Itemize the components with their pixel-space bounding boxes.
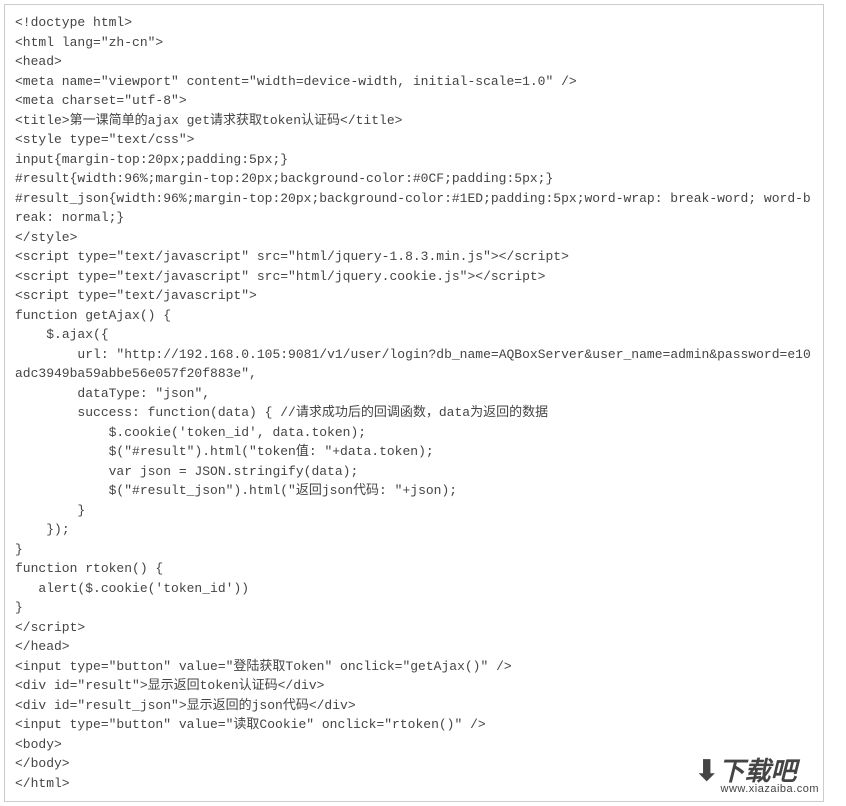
code-snippet-box: <!doctype html> <html lang="zh-cn"> <hea… [4, 4, 824, 802]
code-content: <!doctype html> <html lang="zh-cn"> <hea… [15, 13, 813, 793]
